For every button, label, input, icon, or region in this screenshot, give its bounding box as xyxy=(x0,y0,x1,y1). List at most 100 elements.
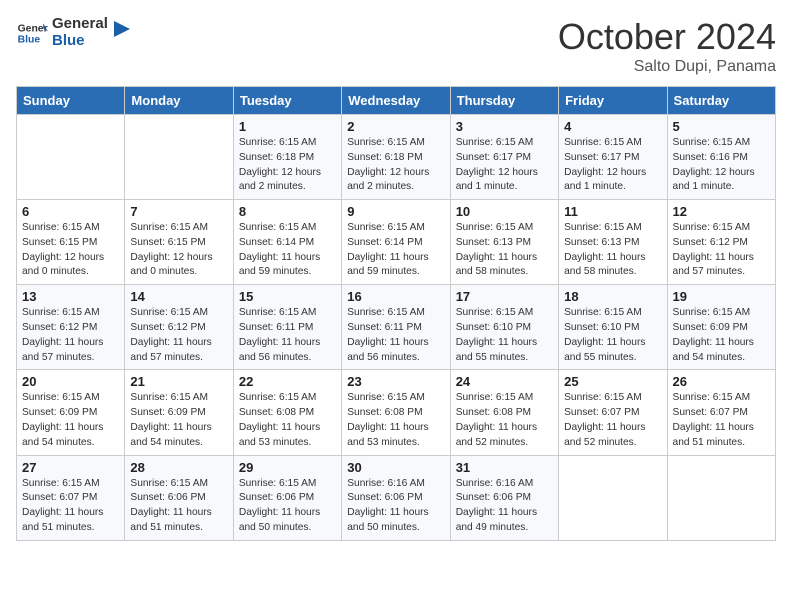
day-info: Sunrise: 6:15 AM Sunset: 6:14 PM Dayligh… xyxy=(239,221,336,280)
day-number: 14 xyxy=(130,289,227,304)
day-info: Sunrise: 6:15 AM Sunset: 6:13 PM Dayligh… xyxy=(456,221,553,280)
col-header-monday: Monday xyxy=(125,87,233,115)
calendar-cell xyxy=(17,115,125,200)
title-block: October 2024 Salto Dupi, Panama xyxy=(558,16,776,76)
calendar-cell: 10 Sunrise: 6:15 AM Sunset: 6:13 PM Dayli… xyxy=(450,200,558,285)
day-info: Sunrise: 6:15 AM Sunset: 6:18 PM Dayligh… xyxy=(239,136,336,195)
logo: General Blue General Blue xyxy=(16,16,132,49)
page-header: General Blue General Blue October 2024 S… xyxy=(16,16,776,76)
logo-general: General xyxy=(52,15,108,32)
calendar-cell: 22 Sunrise: 6:15 AM Sunset: 6:08 PM Dayli… xyxy=(233,370,341,455)
day-number: 2 xyxy=(347,119,444,134)
col-header-tuesday: Tuesday xyxy=(233,87,341,115)
calendar-cell: 3 Sunrise: 6:15 AM Sunset: 6:17 PM Daylig… xyxy=(450,115,558,200)
calendar-cell: 9 Sunrise: 6:15 AM Sunset: 6:14 PM Daylig… xyxy=(342,200,450,285)
day-number: 13 xyxy=(22,289,119,304)
month-title: October 2024 xyxy=(558,16,776,58)
calendar-week-row: 1 Sunrise: 6:15 AM Sunset: 6:18 PM Daylig… xyxy=(17,115,776,200)
day-info: Sunrise: 6:15 AM Sunset: 6:06 PM Dayligh… xyxy=(130,477,227,536)
calendar-cell: 29 Sunrise: 6:15 AM Sunset: 6:06 PM Dayli… xyxy=(233,455,341,540)
calendar-week-row: 13 Sunrise: 6:15 AM Sunset: 6:12 PM Dayli… xyxy=(17,285,776,370)
day-info: Sunrise: 6:15 AM Sunset: 6:11 PM Dayligh… xyxy=(239,306,336,365)
day-info: Sunrise: 6:15 AM Sunset: 6:12 PM Dayligh… xyxy=(22,306,119,365)
calendar-week-row: 6 Sunrise: 6:15 AM Sunset: 6:15 PM Daylig… xyxy=(17,200,776,285)
day-info: Sunrise: 6:15 AM Sunset: 6:14 PM Dayligh… xyxy=(347,221,444,280)
day-info: Sunrise: 6:15 AM Sunset: 6:18 PM Dayligh… xyxy=(347,136,444,195)
day-number: 22 xyxy=(239,374,336,389)
calendar-cell: 28 Sunrise: 6:15 AM Sunset: 6:06 PM Dayli… xyxy=(125,455,233,540)
logo-icon: General Blue xyxy=(16,17,48,49)
day-number: 9 xyxy=(347,204,444,219)
calendar-cell: 7 Sunrise: 6:15 AM Sunset: 6:15 PM Daylig… xyxy=(125,200,233,285)
day-number: 6 xyxy=(22,204,119,219)
calendar-cell: 2 Sunrise: 6:15 AM Sunset: 6:18 PM Daylig… xyxy=(342,115,450,200)
calendar-cell xyxy=(125,115,233,200)
day-number: 21 xyxy=(130,374,227,389)
calendar-table: SundayMondayTuesdayWednesdayThursdayFrid… xyxy=(16,86,776,541)
day-info: Sunrise: 6:15 AM Sunset: 6:15 PM Dayligh… xyxy=(22,221,119,280)
day-info: Sunrise: 6:15 AM Sunset: 6:11 PM Dayligh… xyxy=(347,306,444,365)
calendar-cell: 24 Sunrise: 6:15 AM Sunset: 6:08 PM Dayli… xyxy=(450,370,558,455)
day-info: Sunrise: 6:15 AM Sunset: 6:10 PM Dayligh… xyxy=(456,306,553,365)
day-number: 12 xyxy=(673,204,770,219)
day-info: Sunrise: 6:15 AM Sunset: 6:09 PM Dayligh… xyxy=(673,306,770,365)
logo-flag-icon xyxy=(112,19,132,47)
day-info: Sunrise: 6:15 AM Sunset: 6:16 PM Dayligh… xyxy=(673,136,770,195)
col-header-thursday: Thursday xyxy=(450,87,558,115)
day-info: Sunrise: 6:15 AM Sunset: 6:13 PM Dayligh… xyxy=(564,221,661,280)
calendar-cell xyxy=(667,455,775,540)
day-number: 26 xyxy=(673,374,770,389)
day-info: Sunrise: 6:15 AM Sunset: 6:09 PM Dayligh… xyxy=(130,391,227,450)
day-info: Sunrise: 6:15 AM Sunset: 6:15 PM Dayligh… xyxy=(130,221,227,280)
day-number: 27 xyxy=(22,460,119,475)
calendar-cell: 30Sunrise: 6:16 AM Sunset: 6:06 PM Dayli… xyxy=(342,455,450,540)
calendar-cell: 11 Sunrise: 6:15 AM Sunset: 6:13 PM Dayli… xyxy=(559,200,667,285)
calendar-cell xyxy=(559,455,667,540)
day-info: Sunrise: 6:15 AM Sunset: 6:10 PM Dayligh… xyxy=(564,306,661,365)
calendar-cell: 18 Sunrise: 6:15 AM Sunset: 6:10 PM Dayli… xyxy=(559,285,667,370)
day-info: Sunrise: 6:16 AM Sunset: 6:06 PM Dayligh… xyxy=(456,477,553,536)
calendar-cell: 20 Sunrise: 6:15 AM Sunset: 6:09 PM Dayli… xyxy=(17,370,125,455)
day-number: 8 xyxy=(239,204,336,219)
calendar-week-row: 27 Sunrise: 6:15 AM Sunset: 6:07 PM Dayli… xyxy=(17,455,776,540)
day-number: 10 xyxy=(456,204,553,219)
logo-blue: Blue xyxy=(52,32,85,49)
day-info: Sunrise: 6:15 AM Sunset: 6:08 PM Dayligh… xyxy=(456,391,553,450)
day-number: 19 xyxy=(673,289,770,304)
svg-text:Blue: Blue xyxy=(18,34,41,45)
calendar-cell: 26Sunrise: 6:15 AM Sunset: 6:07 PM Dayli… xyxy=(667,370,775,455)
calendar-cell: 21 Sunrise: 6:15 AM Sunset: 6:09 PM Dayli… xyxy=(125,370,233,455)
day-info: Sunrise: 6:15 AM Sunset: 6:09 PM Dayligh… xyxy=(22,391,119,450)
day-info: Sunrise: 6:15 AM Sunset: 6:07 PM Dayligh… xyxy=(564,391,661,450)
day-number: 3 xyxy=(456,119,553,134)
day-info: Sunrise: 6:15 AM Sunset: 6:17 PM Dayligh… xyxy=(456,136,553,195)
day-number: 30 xyxy=(347,460,444,475)
day-number: 5 xyxy=(673,119,770,134)
calendar-cell: 17Sunrise: 6:15 AM Sunset: 6:10 PM Dayli… xyxy=(450,285,558,370)
calendar-cell: 14Sunrise: 6:15 AM Sunset: 6:12 PM Dayli… xyxy=(125,285,233,370)
day-number: 31 xyxy=(456,460,553,475)
calendar-cell: 4Sunrise: 6:15 AM Sunset: 6:17 PM Daylig… xyxy=(559,115,667,200)
day-number: 24 xyxy=(456,374,553,389)
day-number: 28 xyxy=(130,460,227,475)
col-header-friday: Friday xyxy=(559,87,667,115)
calendar-cell: 16Sunrise: 6:15 AM Sunset: 6:11 PM Dayli… xyxy=(342,285,450,370)
day-number: 7 xyxy=(130,204,227,219)
location-subtitle: Salto Dupi, Panama xyxy=(558,58,776,76)
calendar-cell: 19 Sunrise: 6:15 AM Sunset: 6:09 PM Dayli… xyxy=(667,285,775,370)
calendar-week-row: 20 Sunrise: 6:15 AM Sunset: 6:09 PM Dayli… xyxy=(17,370,776,455)
day-number: 1 xyxy=(239,119,336,134)
calendar-header-row: SundayMondayTuesdayWednesdayThursdayFrid… xyxy=(17,87,776,115)
calendar-cell: 1 Sunrise: 6:15 AM Sunset: 6:18 PM Daylig… xyxy=(233,115,341,200)
day-number: 20 xyxy=(22,374,119,389)
day-info: Sunrise: 6:15 AM Sunset: 6:08 PM Dayligh… xyxy=(347,391,444,450)
col-header-sunday: Sunday xyxy=(17,87,125,115)
day-info: Sunrise: 6:15 AM Sunset: 6:07 PM Dayligh… xyxy=(22,477,119,536)
calendar-cell: 27 Sunrise: 6:15 AM Sunset: 6:07 PM Dayli… xyxy=(17,455,125,540)
day-number: 4 xyxy=(564,119,661,134)
day-info: Sunrise: 6:15 AM Sunset: 6:08 PM Dayligh… xyxy=(239,391,336,450)
day-info: Sunrise: 6:15 AM Sunset: 6:06 PM Dayligh… xyxy=(239,477,336,536)
day-number: 29 xyxy=(239,460,336,475)
day-number: 11 xyxy=(564,204,661,219)
day-number: 18 xyxy=(564,289,661,304)
